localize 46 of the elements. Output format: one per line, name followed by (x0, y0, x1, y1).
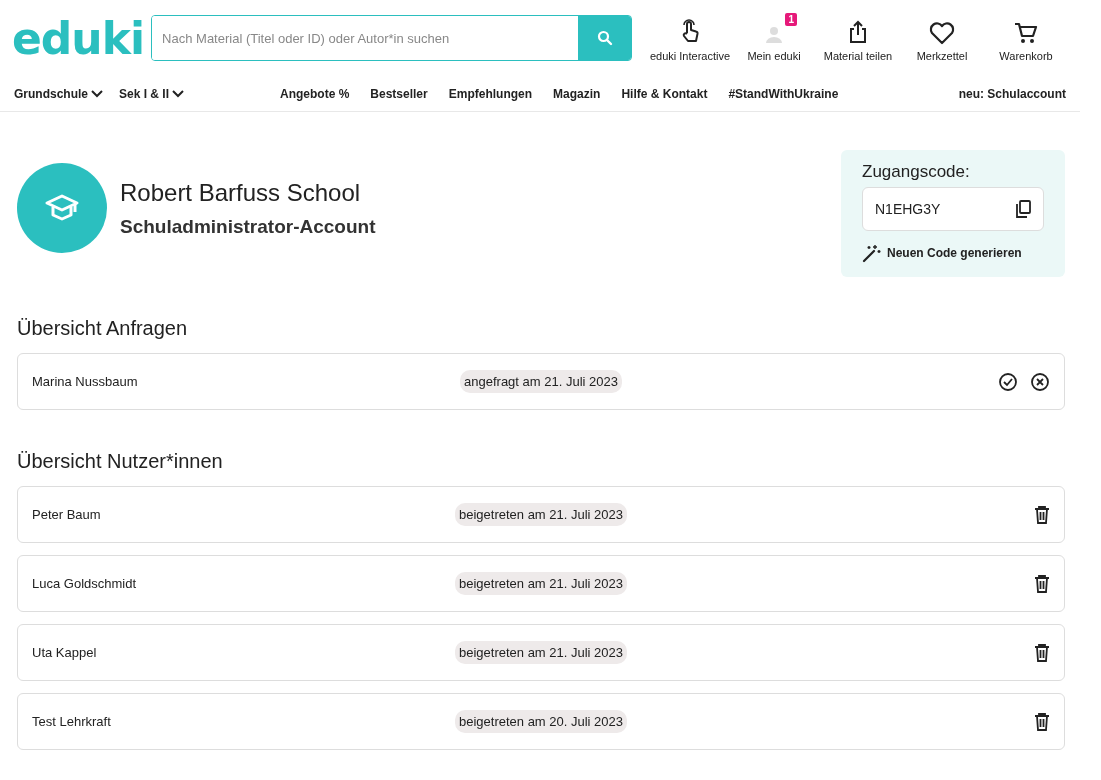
nav-dropdown[interactable]: Grundschule (14, 86, 103, 101)
search-field[interactable]: Nach Material (Titel oder ID) oder Autor*in suchen (151, 15, 632, 61)
share-icon (847, 18, 869, 45)
section-title: Übersicht Anfragen (17, 317, 189, 340)
trash-icon[interactable] (1034, 574, 1050, 593)
header-action[interactable]: Warenkorb (984, 14, 1068, 62)
graduation-cap-icon (44, 193, 80, 223)
school-name: Robert Barfuss School (120, 178, 362, 207)
date-tag: beigetreten am 20. Juli 2023 (454, 710, 628, 733)
copy-icon[interactable] (1015, 200, 1031, 218)
user-name: Test Lehrkraft (32, 714, 112, 729)
cart-icon (1013, 20, 1039, 45)
nav-link[interactable]: neu: Schulaccount (958, 86, 1066, 101)
nav-link[interactable]: Hilfe & Kontakt (621, 86, 708, 101)
user-name: Luca Goldschmidt (32, 576, 138, 591)
date-tag: beigetreten am 21. Juli 2023 (454, 641, 628, 664)
section-title: Übersicht Nutzer*innen (17, 450, 224, 473)
header-action[interactable]: eduki Interactive (648, 14, 732, 62)
nav-link[interactable]: Bestseller (370, 86, 428, 101)
access-code-label: Zugangscode: (862, 162, 971, 182)
header-action[interactable]: Merkzettel (900, 14, 984, 62)
date-tag: beigetreten am 21. Juli 2023 (454, 503, 628, 526)
trash-icon[interactable] (1034, 505, 1050, 524)
trash-icon[interactable] (1034, 643, 1050, 662)
header-action[interactable]: 1 Mein eduki (732, 14, 816, 62)
magic-wand-icon (862, 243, 882, 263)
user-name: Peter Baum (32, 507, 102, 522)
nav-link[interactable]: Empfehlungen (448, 86, 533, 101)
user-name: Marina Nussbaum (32, 374, 139, 389)
date-tag: beigetreten am 21. Juli 2023 (454, 572, 628, 595)
trash-icon[interactable] (1034, 712, 1050, 731)
heart-icon (928, 20, 956, 45)
nav-link[interactable]: Magazin (553, 86, 601, 101)
notification-badge: 1 (785, 12, 797, 26)
nav-dropdown[interactable]: Sek I & II (119, 86, 185, 101)
account-type: Schuladministrator-Account (120, 215, 376, 238)
nav-link[interactable]: #StandWithUkraine (728, 86, 839, 101)
reject-icon[interactable] (1030, 371, 1050, 392)
user-name: Uta Kappel (32, 645, 98, 660)
nav-link[interactable]: Angebote % (280, 86, 350, 101)
date-tag: angefragt am 21. Juli 2023 (460, 370, 622, 393)
access-code-field[interactable]: N1EHG3Y (862, 187, 1044, 231)
search-icon (596, 30, 613, 46)
header-action[interactable]: Material teilen (816, 14, 900, 62)
generate-code-link[interactable]: Neuen Code generieren (862, 243, 1044, 263)
accept-icon[interactable] (998, 371, 1018, 392)
